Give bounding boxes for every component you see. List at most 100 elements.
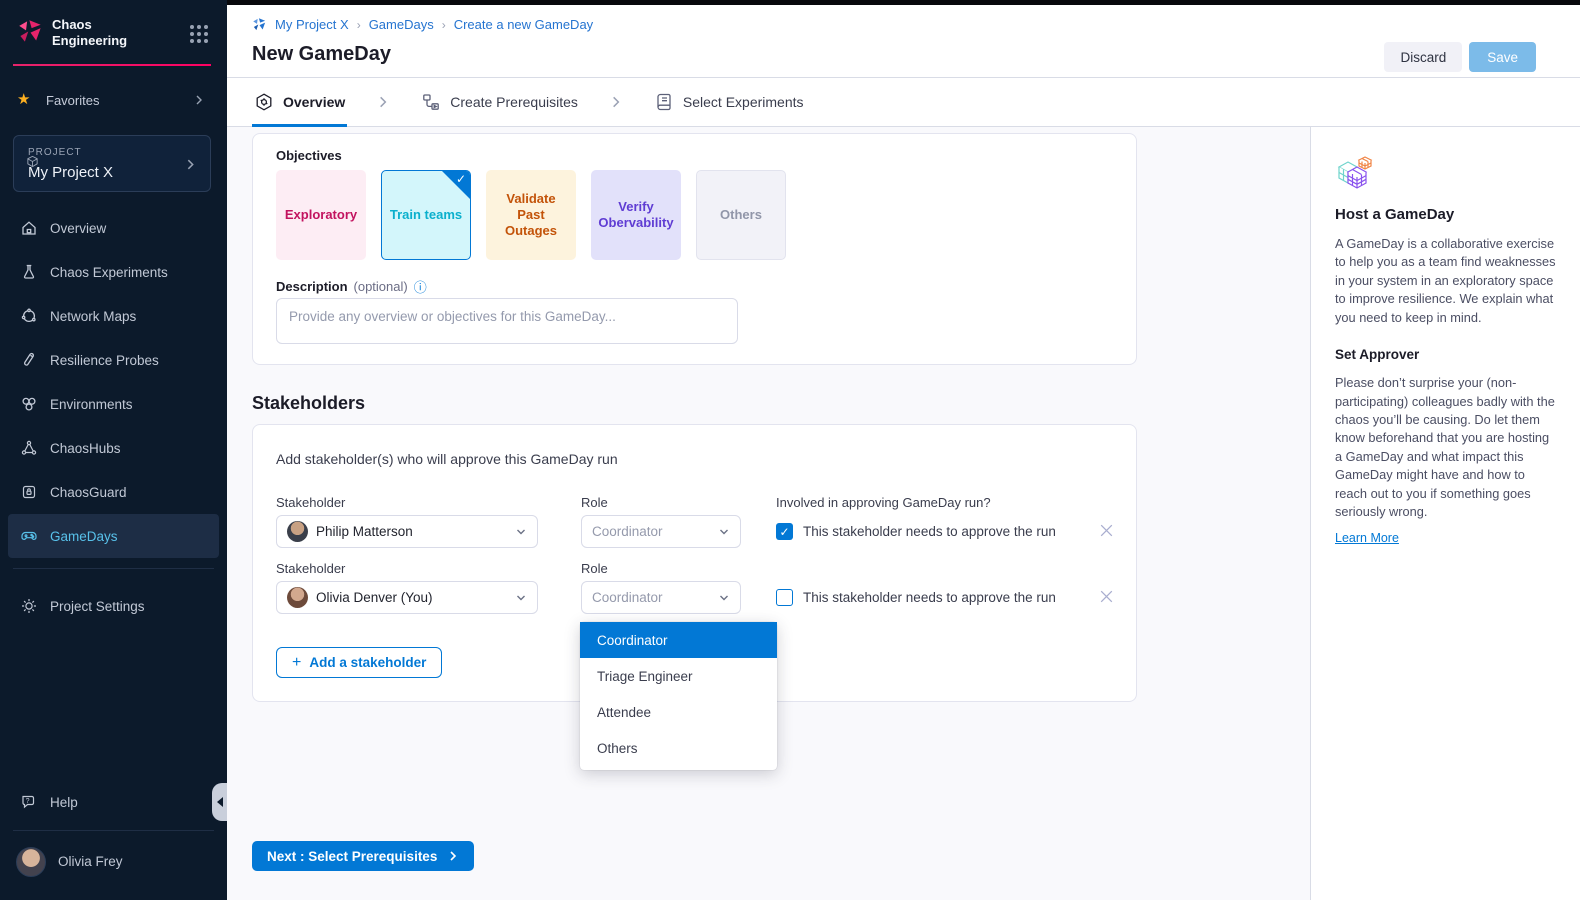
- remove-stakeholder-2-icon[interactable]: [1098, 588, 1115, 605]
- next-button[interactable]: Next : Select Prerequisites: [252, 841, 474, 871]
- role-value: Coordinator: [592, 524, 710, 539]
- remove-stakeholder-1-icon[interactable]: [1098, 522, 1115, 539]
- chevron-down-icon: [515, 592, 527, 604]
- sidebar-item-overview[interactable]: Overview: [0, 206, 227, 250]
- role-column-label: Role: [581, 561, 608, 576]
- info-icon[interactable]: ⓘ: [414, 277, 427, 296]
- breadcrumb: My Project X › GameDays › Create a new G…: [252, 17, 593, 32]
- avatar: [287, 587, 308, 608]
- sidebar-item-environments[interactable]: Environments: [0, 382, 227, 426]
- sidebar-item-chaosguard[interactable]: ChaosGuard: [0, 470, 227, 514]
- approve-label: This stakeholder needs to approve the ru…: [803, 590, 1056, 605]
- sidebar-item-project-settings[interactable]: Project Settings: [0, 584, 227, 628]
- help-panel-paragraph: A GameDay is a collaborative exercise to…: [1335, 235, 1556, 327]
- page-header: My Project X › GameDays › Create a new G…: [227, 5, 1580, 78]
- help-chat-icon: ?: [20, 793, 38, 811]
- sidebar-item-label: Help: [50, 795, 78, 810]
- role-option-coordinator[interactable]: Coordinator: [580, 622, 777, 658]
- sidebar-item-chaoshubs[interactable]: ChaosHubs: [0, 426, 227, 470]
- environments-icon: [20, 395, 38, 413]
- main-content: Objectives Exploratory Train teams ✓ Val…: [227, 127, 1310, 900]
- role-select-1[interactable]: Coordinator: [581, 515, 741, 548]
- description-label: Description: [276, 279, 348, 294]
- avatar: [287, 521, 308, 542]
- objective-train-teams[interactable]: Train teams ✓: [381, 170, 471, 260]
- brand: Chaos Engineering: [0, 16, 227, 50]
- sidebar-item-chaos-experiments[interactable]: Chaos Experiments: [0, 250, 227, 294]
- brand-title: Chaos Engineering: [52, 17, 127, 48]
- stakeholder-select-2[interactable]: Olivia Denver (You): [276, 581, 538, 614]
- checkbox-checked-icon[interactable]: ✓: [776, 523, 793, 540]
- project-selector[interactable]: PROJECT My Project X: [13, 135, 211, 192]
- objectives-label: Objectives: [276, 148, 342, 163]
- flask-icon: [20, 263, 38, 281]
- role-option-attendee[interactable]: Attendee: [580, 694, 777, 730]
- sidebar-item-label: Environments: [50, 397, 133, 412]
- chevron-right-icon: [447, 850, 459, 862]
- save-button[interactable]: Save: [1469, 42, 1536, 72]
- tab-select-experiments[interactable]: Select Experiments: [652, 78, 806, 126]
- stakeholder-name: Olivia Denver (You): [316, 590, 507, 605]
- approve-checkbox-row-1[interactable]: ✓ This stakeholder needs to approve the …: [776, 523, 1056, 540]
- user-menu[interactable]: Olivia Frey: [0, 845, 227, 885]
- approve-label: This stakeholder needs to approve the ru…: [803, 524, 1056, 539]
- help-panel-paragraph: Please don’t surprise your (non-particip…: [1335, 374, 1556, 521]
- involved-column-label: Involved in approving GameDay run?: [776, 495, 991, 510]
- sidebar-item-gamedays[interactable]: GameDays: [8, 514, 219, 558]
- sidebar-item-label: Chaos Experiments: [50, 265, 168, 280]
- checkbox-unchecked-icon[interactable]: [776, 589, 793, 606]
- plus-icon: +: [292, 655, 301, 671]
- objective-label: Train teams: [390, 207, 462, 223]
- breadcrumb-separator: ›: [442, 18, 446, 32]
- tab-create-prerequisites[interactable]: Create Prerequisites: [419, 78, 580, 126]
- stakeholder-select-1[interactable]: Philip Matterson: [276, 515, 538, 548]
- discard-button[interactable]: Discard: [1384, 42, 1462, 72]
- chevron-down-icon: [718, 526, 730, 538]
- role-option-others[interactable]: Others: [580, 730, 777, 766]
- wizard-steps: Overview Create Prerequisites Select Exp…: [227, 78, 1580, 127]
- chevron-right-icon: [609, 78, 623, 126]
- svg-text:?: ?: [26, 798, 30, 805]
- objective-label: Exploratory: [285, 207, 357, 223]
- objective-others[interactable]: Others: [696, 170, 786, 260]
- gear-icon: [20, 597, 38, 615]
- objective-exploratory[interactable]: Exploratory: [276, 170, 366, 260]
- user-name: Olivia Frey: [58, 854, 123, 869]
- tab-label: Create Prerequisites: [450, 94, 578, 110]
- sidebar-item-label: Resilience Probes: [50, 353, 159, 368]
- approve-checkbox-row-2[interactable]: This stakeholder needs to approve the ru…: [776, 589, 1056, 606]
- stakeholders-intro: Add stakeholder(s) who will approve this…: [276, 451, 618, 467]
- objective-label: Verify Obervability: [596, 199, 676, 232]
- hubs-icon: [20, 439, 38, 457]
- chevron-right-icon: [376, 78, 390, 126]
- breadcrumb-project[interactable]: My Project X: [275, 17, 349, 32]
- chevron-down-icon: [718, 592, 730, 604]
- objective-label: Others: [720, 207, 762, 223]
- home-icon: [20, 219, 38, 237]
- role-dropdown-menu: Coordinator Triage Engineer Attendee Oth…: [580, 622, 777, 770]
- favorites-label: Favorites: [46, 93, 99, 108]
- role-option-triage-engineer[interactable]: Triage Engineer: [580, 658, 777, 694]
- breadcrumb-current[interactable]: Create a new GameDay: [454, 17, 593, 32]
- sidebar-item-favorites[interactable]: ★ Favorites: [0, 88, 227, 114]
- sidebar-collapse-handle[interactable]: [212, 783, 227, 821]
- objective-verify-observability[interactable]: Verify Obervability: [591, 170, 681, 260]
- breadcrumb-gamedays[interactable]: GameDays: [369, 17, 434, 32]
- sidebar-nav: Overview Chaos Experiments Network Maps …: [0, 206, 227, 579]
- sidebar-item-help[interactable]: ? Help: [0, 780, 227, 824]
- sidebar-item-network-maps[interactable]: Network Maps: [0, 294, 227, 338]
- description-input[interactable]: [276, 298, 738, 344]
- project-name: My Project X: [28, 164, 113, 181]
- app-grid-icon[interactable]: [190, 25, 208, 43]
- sidebar: Chaos Engineering ★ Favorites PROJECT My…: [0, 0, 227, 900]
- gamepad-icon: [20, 527, 38, 545]
- role-select-2[interactable]: Coordinator: [581, 581, 741, 614]
- learn-more-link[interactable]: Learn More: [1335, 531, 1399, 545]
- objective-validate-past-outages[interactable]: Validate Past Outages: [486, 170, 576, 260]
- sidebar-item-resilience-probes[interactable]: Resilience Probes: [0, 338, 227, 382]
- role-column-label: Role: [581, 495, 608, 510]
- tab-overview[interactable]: Overview: [252, 78, 347, 126]
- guard-icon: [20, 483, 38, 501]
- objective-label: Validate Past Outages: [491, 191, 571, 240]
- add-stakeholder-button[interactable]: + Add a stakeholder: [276, 647, 442, 678]
